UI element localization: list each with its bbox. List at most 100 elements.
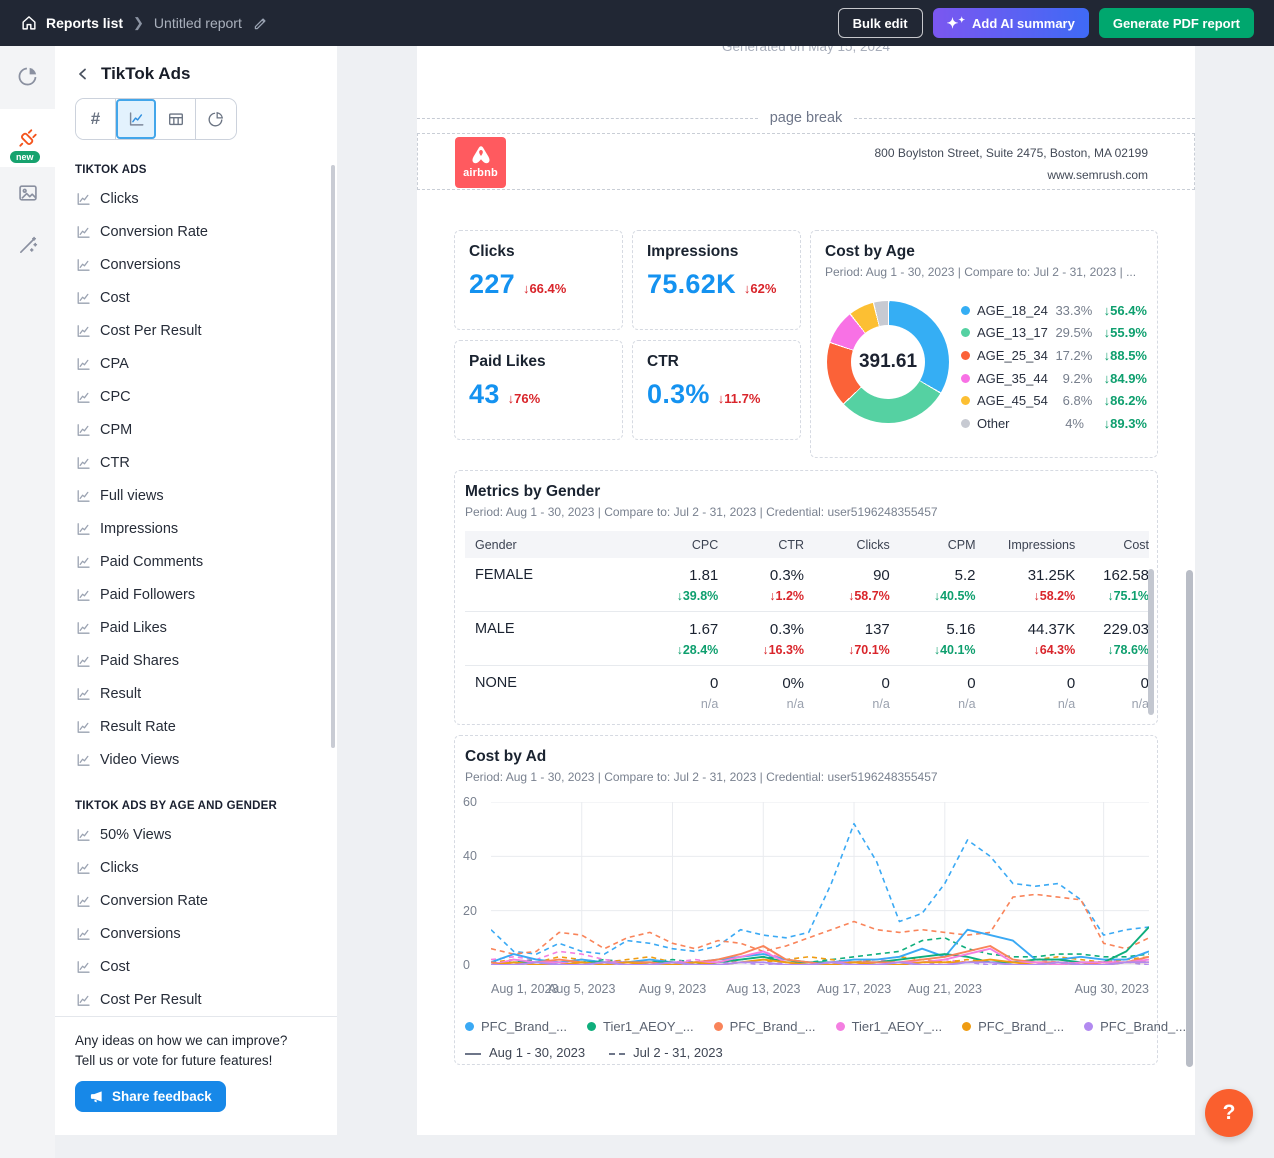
line-chart-icon [75, 290, 91, 306]
report-title[interactable]: Untitled report [154, 15, 242, 31]
sidebar-widget-item[interactable]: Paid Followers [75, 578, 319, 611]
kpi-widget-clicks[interactable]: Clicks227↓66.4% [454, 230, 623, 330]
sidebar-widget-item[interactable]: Result Rate [75, 710, 319, 743]
reports-list-link[interactable]: Reports list [20, 14, 123, 32]
series-legend-label: Tier1_AEOY_... [603, 1019, 694, 1034]
sidebar-widget-item[interactable]: Cost [75, 281, 319, 314]
toggle-table-widget[interactable] [156, 99, 196, 139]
edit-pencil-icon[interactable] [252, 15, 269, 32]
rail-item-reports[interactable] [0, 50, 55, 102]
series-legend-label: PFC_Brand_... [1100, 1019, 1186, 1034]
sidebar-widget-item[interactable]: Paid Comments [75, 545, 319, 578]
toggle-number-widget[interactable]: # [76, 99, 116, 139]
table-row: MALE1.67↓28.4%0.3%↓16.3%137↓70.1%5.16↓40… [465, 612, 1149, 666]
brand-address: 800 Boylston Street, Suite 2475, Boston,… [874, 142, 1148, 186]
toggle-line-chart-widget[interactable] [116, 99, 156, 139]
age-segment-label: AGE_13_17 [977, 325, 1048, 340]
megaphone-icon [89, 1089, 104, 1104]
legend-dot-icon [714, 1022, 723, 1031]
kpi-value: 0.3% [647, 379, 710, 410]
generate-pdf-button[interactable]: Generate PDF report [1099, 8, 1254, 38]
sidebar-back[interactable]: TikTok Ads [75, 64, 319, 84]
table-scrollbar[interactable] [1148, 569, 1154, 715]
legend-dot-icon [961, 396, 970, 405]
rail-item-integrations[interactable]: new [0, 109, 55, 167]
donut-center-total: 391.61 [859, 351, 917, 373]
cost-by-age-title: Cost by Age [825, 243, 1143, 261]
series-legend-item: PFC_Brand_... [1084, 1019, 1186, 1034]
report-page-canvas: Generated on May 15, 2024 page break air… [417, 46, 1195, 1135]
legend-dot-icon [962, 1022, 971, 1031]
brand-header-widget[interactable]: airbnb 800 Boylston Street, Suite 2475, … [417, 133, 1195, 190]
sidebar-widget-item[interactable]: Conversion Rate [75, 215, 319, 248]
metrics-by-gender-widget[interactable]: Metrics by Gender Period: Aug 1 - 30, 20… [454, 470, 1158, 725]
sidebar-widget-item[interactable]: Impressions [75, 512, 319, 545]
line-chart-icon [75, 620, 91, 636]
airbnb-wordmark: airbnb [463, 167, 498, 179]
sidebar-widget-item[interactable]: Conversion Rate [75, 884, 319, 917]
line-chart-icon [75, 455, 91, 471]
x-axis-tick-label: Aug 9, 2023 [639, 982, 706, 996]
sidebar-widget-item-label: Conversions [100, 257, 181, 273]
sidebar-widget-item[interactable]: Conversions [75, 917, 319, 950]
toggle-pie-chart-widget[interactable] [196, 99, 236, 139]
metrics-by-gender-table: GenderCPCCTRClicksCPMImpressionsCostFEMA… [465, 531, 1149, 719]
age-legend-row: AGE_18_2433.3%↓56.4% [961, 299, 1147, 322]
sidebar-scrollbar[interactable] [331, 165, 335, 748]
sidebar-widget-item[interactable]: 50% Views [75, 818, 319, 851]
sidebar-widget-item-label: Conversions [100, 926, 181, 942]
age-segment-delta: ↓56.4% [1099, 303, 1147, 318]
age-segment-label: AGE_18_24 [977, 303, 1048, 318]
sidebar-widget-item-label: Full views [100, 488, 164, 504]
kpi-widget-ctr[interactable]: CTR 0.3% ↓11.7% [632, 340, 801, 440]
sidebar-widget-item[interactable]: Clicks [75, 182, 319, 215]
sidebar-widget-item[interactable]: CPC [75, 380, 319, 413]
sidebar-widget-item[interactable]: Cost Per Result [75, 983, 319, 1016]
kpi-widget-impressions[interactable]: Impressions75.62K↓62% [632, 230, 801, 330]
metrics-by-gender-title: Metrics by Gender [465, 483, 1149, 501]
kpi-delta: ↓11.7% [718, 391, 761, 406]
kpi-delta: ↓62% [744, 281, 777, 296]
sidebar-widget-item[interactable]: Paid Likes [75, 611, 319, 644]
age-segment-delta: ↓88.5% [1099, 348, 1147, 363]
cost-by-age-donut: 391.61 [827, 301, 949, 423]
share-feedback-button[interactable]: Share feedback [75, 1081, 226, 1112]
sidebar-widget-item[interactable]: CTR [75, 446, 319, 479]
sidebar-widget-item[interactable]: Paid Shares [75, 644, 319, 677]
sidebar-widget-item[interactable]: Cost Per Result [75, 314, 319, 347]
sidebar-widget-item[interactable]: CPA [75, 347, 319, 380]
sidebar-widget-item[interactable]: Clicks [75, 851, 319, 884]
line-chart-icon [75, 257, 91, 273]
sidebar-widget-item[interactable]: Video Views [75, 743, 319, 776]
main-scrollbar[interactable] [1186, 570, 1193, 1067]
metric-cell: 0n/a [633, 675, 719, 711]
age-segment-delta: ↓86.2% [1099, 393, 1147, 408]
table-header-cell: Gender [465, 538, 633, 552]
sidebar-widget-item[interactable]: Conversions [75, 248, 319, 281]
age-legend-row: Other4%↓89.3% [961, 412, 1147, 435]
sidebar-widget-item[interactable]: CPM [75, 413, 319, 446]
help-button[interactable]: ? [1205, 1089, 1253, 1137]
metric-cell: 137↓70.1% [804, 621, 890, 657]
rail-item-ai-tools[interactable] [0, 219, 55, 271]
kpi-title: CTR [647, 353, 786, 371]
table-header-cell: CPM [890, 538, 976, 552]
page-break-widget[interactable]: page break [417, 110, 1195, 126]
bulk-edit-button[interactable]: Bulk edit [838, 8, 923, 38]
plug-connector-icon [17, 127, 39, 149]
sidebar-widget-item[interactable]: Cost [75, 950, 319, 983]
rail-item-images[interactable] [0, 167, 55, 219]
cost-by-age-widget[interactable]: Cost by Age Period: Aug 1 - 30, 2023 | C… [810, 230, 1158, 458]
cost-by-ad-widget[interactable]: Cost by Ad Period: Aug 1 - 30, 2023 | Co… [454, 735, 1158, 1065]
metrics-by-gender-subtitle: Period: Aug 1 - 30, 2023 | Compare to: J… [465, 505, 1149, 519]
sidebar-widget-item[interactable]: Full views [75, 479, 319, 512]
sidebar-widget-item[interactable]: Result [75, 677, 319, 710]
x-axis-tick-label: Aug 13, 2023 [726, 982, 800, 996]
legend-dot-icon [961, 351, 970, 360]
cost-by-ad-title: Cost by Ad [465, 748, 1147, 766]
kpi-widget-paid-likes[interactable]: Paid Likes43↓76% [454, 340, 623, 440]
line-chart-icon [75, 389, 91, 405]
line-chart-icon [75, 356, 91, 372]
add-ai-summary-button[interactable]: ✦✦ Add AI summary [933, 8, 1089, 38]
age-segment-label: AGE_35_44 [977, 371, 1048, 386]
